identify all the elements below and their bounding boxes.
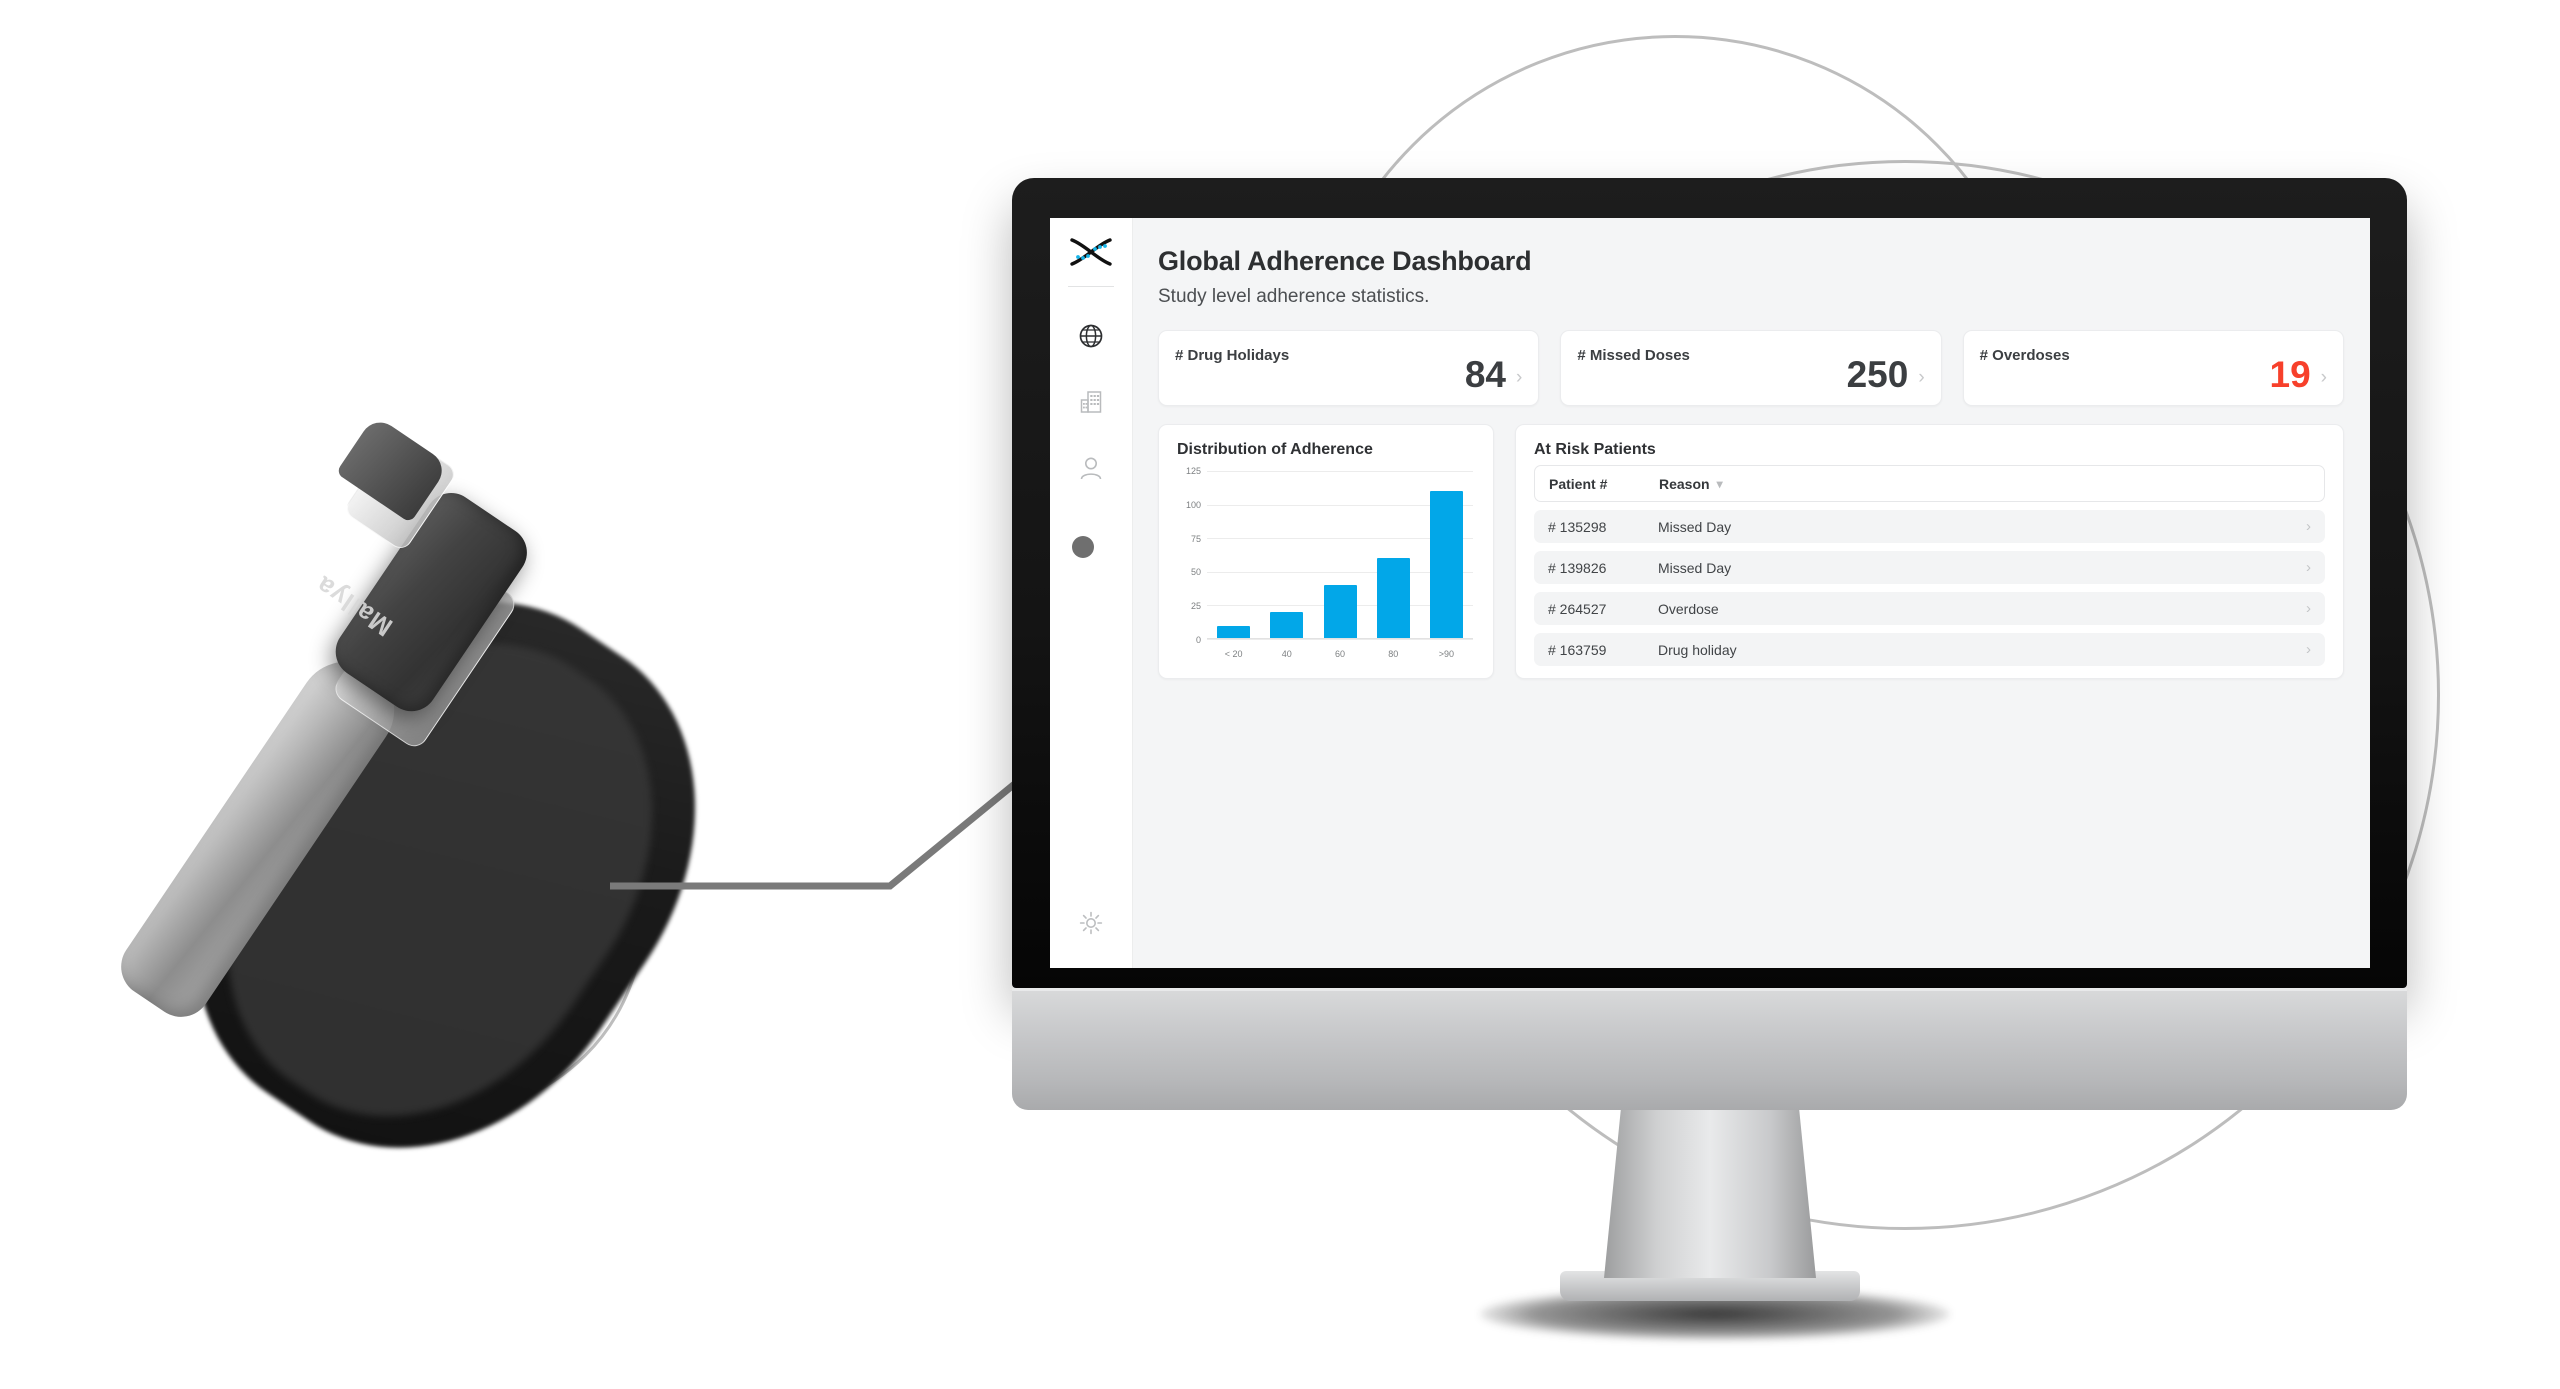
at-risk-patients-panel: At Risk Patients Patient # Reason ▾ # 13… <box>1515 424 2344 679</box>
chart-bar[interactable] <box>1323 585 1357 639</box>
chart-y-tick-label: 50 <box>1190 567 1201 578</box>
chart-bar-slot <box>1207 471 1260 639</box>
chevron-right-icon[interactable]: › <box>2306 559 2311 576</box>
chart-gridline: 0 <box>1196 635 1473 645</box>
chart-bars <box>1207 471 1473 639</box>
table-header-row: Patient # Reason ▾ <box>1534 465 2325 502</box>
sidebar-item-global[interactable] <box>1068 313 1114 359</box>
chart-bar[interactable] <box>1217 625 1251 639</box>
chart-y-tick-label: 25 <box>1190 601 1201 612</box>
table-row[interactable]: # 139826 Missed Day › <box>1534 551 2325 584</box>
chart-y-tick-label: 0 <box>1195 635 1201 645</box>
chevron-right-icon: › <box>2320 367 2327 388</box>
chevron-right-icon: › <box>1516 367 1523 388</box>
sidebar-divider <box>1068 286 1114 287</box>
dna-helix-logo-icon[interactable] <box>1067 232 1115 272</box>
scene: Mallya Global Adherence Dashboard Study … <box>0 0 2560 1389</box>
cell-reason: Drug holiday <box>1658 641 1737 658</box>
chart-x-tick-label: 40 <box>1281 649 1292 659</box>
chart-x-axis <box>1207 638 1473 639</box>
cell-reason: Missed Day <box>1658 518 1732 535</box>
stat-card-missed-doses[interactable]: # Missed Doses 250 › <box>1560 330 1942 406</box>
table-row[interactable]: # 163759 Drug holiday › <box>1534 633 2325 666</box>
stat-label: # Overdoses <box>1979 347 2070 364</box>
stat-label: # Missed Doses <box>1577 347 1690 364</box>
panels-row: Distribution of Adherence 125 100 75 50 25 0 … <box>1158 424 2344 679</box>
chart-bar-slot <box>1367 471 1420 639</box>
sidebar-item-sites[interactable] <box>1068 379 1114 425</box>
page-subtitle: Study level adherence statistics. <box>1158 286 1430 307</box>
table-row[interactable]: # 135298 Missed Day › <box>1534 510 2325 543</box>
chevron-right-icon[interactable]: › <box>2306 518 2311 535</box>
monitor-screen: Global Adherence Dashboard Study level a… <box>1050 218 2370 968</box>
globe-icon <box>1079 324 1103 348</box>
chart-bar[interactable] <box>1376 558 1410 639</box>
chevron-right-icon[interactable]: › <box>2306 600 2311 617</box>
dashboard-content: Global Adherence Dashboard Study level a… <box>1132 218 2370 968</box>
stat-value: 19 <box>2269 354 2311 395</box>
chart-x-tick-label: 60 <box>1335 649 1346 659</box>
chart-bar-slot <box>1420 471 1473 639</box>
sidebar-item-patients[interactable] <box>1068 445 1114 491</box>
monitor-chin <box>1012 988 2407 1110</box>
cell-patient-id: # 135298 <box>1548 518 1607 535</box>
cell-reason: Missed Day <box>1658 559 1732 576</box>
gear-icon <box>1079 911 1103 935</box>
chart-x-tick-label: 80 <box>1388 649 1399 659</box>
chart-bar-slot <box>1260 471 1313 639</box>
chart-bar-slot <box>1313 471 1366 639</box>
risk-panel-title: At Risk Patients <box>1534 441 1656 458</box>
callout-hotspot-dot <box>1072 536 1094 558</box>
app-sidebar <box>1050 218 1132 968</box>
imac-monitor: Global Adherence Dashboard Study level a… <box>1012 178 2407 1340</box>
chevron-down-icon[interactable]: ▾ <box>1717 477 1723 491</box>
column-header-reason[interactable]: Reason ▾ <box>1659 476 1723 492</box>
cell-patient-id: # 264527 <box>1548 600 1607 617</box>
person-icon <box>1080 457 1102 480</box>
chart-y-tick-label: 75 <box>1190 533 1201 544</box>
adherence-distribution-panel: Distribution of Adherence 125 100 75 50 25 0 … <box>1158 424 1494 679</box>
stat-value: 84 <box>1464 354 1506 395</box>
cell-patient-id: # 139826 <box>1548 559 1607 576</box>
stat-value: 250 <box>1846 354 1909 395</box>
chart-title: Distribution of Adherence <box>1177 441 1373 458</box>
cell-patient-id: # 163759 <box>1548 641 1607 658</box>
dashboard-app: Global Adherence Dashboard Study level a… <box>1050 218 2370 968</box>
table-row[interactable]: # 264527 Overdose › <box>1534 592 2325 625</box>
table-body: # 135298 Missed Day › # 139826 Missed Day › # … <box>1534 510 2325 666</box>
chart-x-tick-label: < 20 <box>1224 649 1243 659</box>
chevron-right-icon: › <box>1918 367 1925 388</box>
cell-reason: Overdose <box>1658 600 1719 617</box>
page-title: Global Adherence Dashboard <box>1158 246 1532 276</box>
chart-bar[interactable] <box>1270 612 1304 639</box>
chevron-right-icon[interactable]: › <box>2306 641 2311 658</box>
stat-card-overdoses[interactable]: # Overdoses 19 › <box>1962 330 2344 406</box>
chart-y-tick-label: 125 <box>1185 466 1201 476</box>
sidebar-item-settings[interactable] <box>1068 900 1114 946</box>
building-icon <box>1080 391 1102 413</box>
stat-cards-row: # Drug Holidays 84 › # Missed Doses 250 … <box>1158 330 2344 406</box>
chart-x-tick-labels: < 20 40 60 80 >90 <box>1207 649 1473 659</box>
chart-y-tick-label: 100 <box>1185 499 1201 510</box>
chart-plot-area: 125 100 75 50 25 0 <box>1186 466 1473 645</box>
chart-bar[interactable] <box>1429 491 1463 639</box>
chart-x-tick-label: >90 <box>1438 649 1455 659</box>
adherence-bar-chart: 125 100 75 50 25 0 < 20 40 60 80 >90 <box>1177 465 1475 661</box>
column-header-patient[interactable]: Patient # <box>1549 476 1659 492</box>
stat-label: # Drug Holidays <box>1175 347 1290 364</box>
column-header-reason-label: Reason <box>1659 475 1710 492</box>
monitor-stand-neck <box>1604 1108 1816 1278</box>
stat-card-drug-holidays[interactable]: # Drug Holidays 84 › <box>1158 330 1540 406</box>
